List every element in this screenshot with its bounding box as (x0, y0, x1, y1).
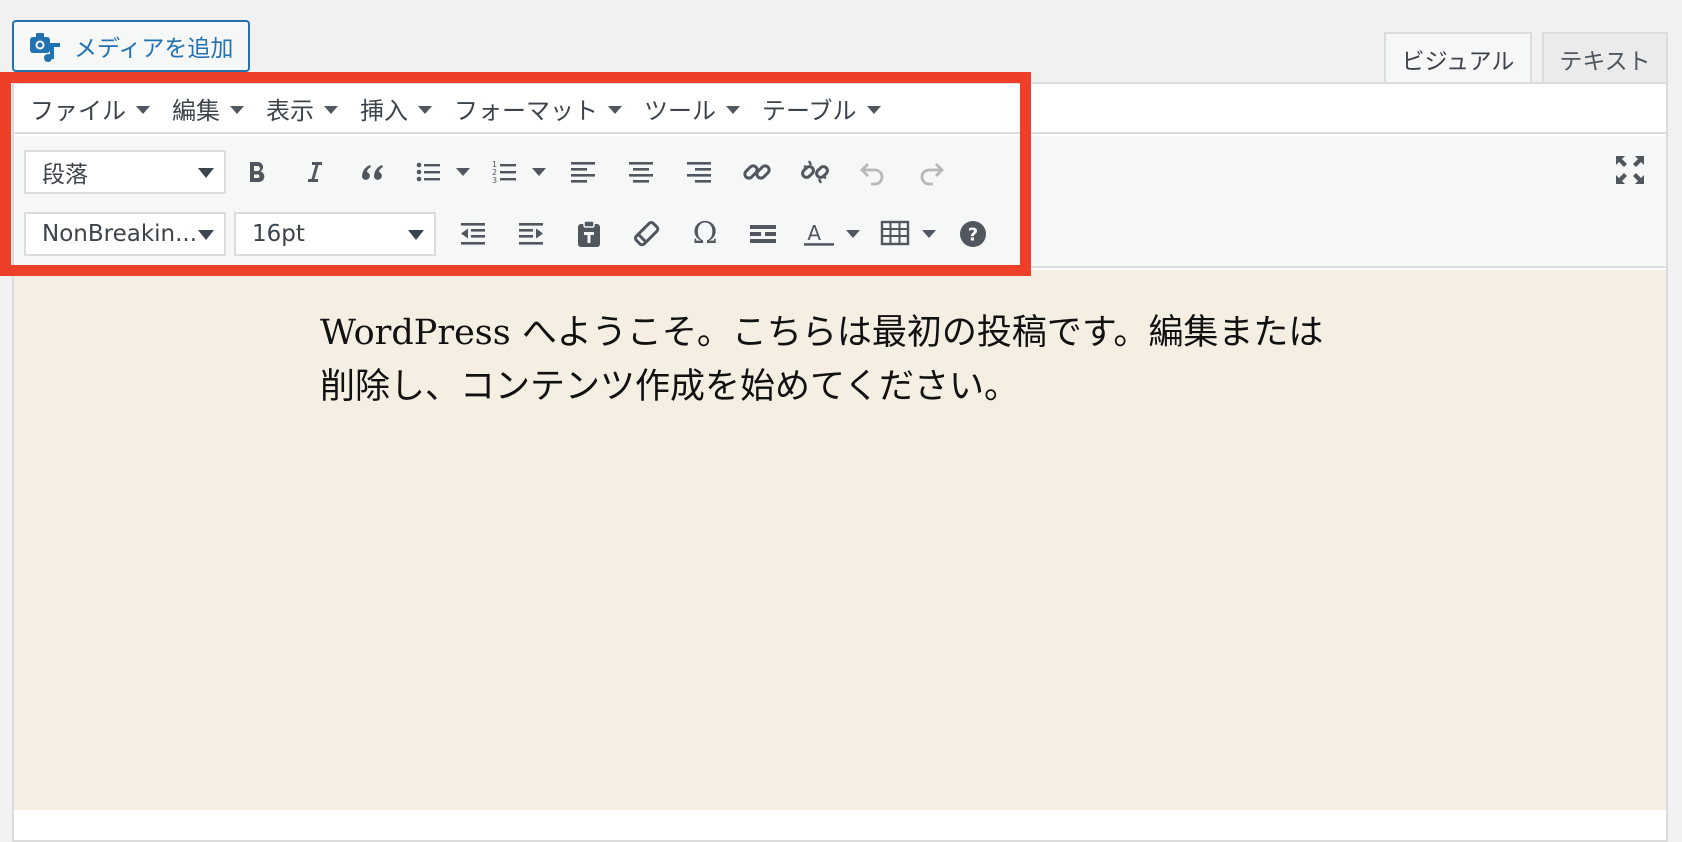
caret-down-icon (532, 168, 546, 176)
caret-down-icon (608, 106, 622, 114)
outdent-button[interactable] (450, 212, 496, 256)
redo-button[interactable] (908, 150, 954, 194)
blockquote-icon (358, 157, 388, 187)
font-family-select[interactable]: NonBreakin... (24, 212, 226, 256)
caret-down-icon (456, 168, 470, 176)
content-line-1: WordPress へようこそ。こちらは最初の投稿です。編集または (320, 313, 1324, 353)
menu-edit[interactable]: 編集 (172, 91, 244, 126)
align-center-icon (626, 157, 656, 187)
caret-down-icon (136, 106, 150, 114)
caret-down-icon (324, 106, 338, 114)
caret-down-icon (726, 106, 740, 114)
text-color-button[interactable]: A (798, 212, 862, 256)
caret-down-icon (846, 230, 860, 238)
editor-content-area[interactable]: WordPress へようこそ。こちらは最初の投稿です。編集または 削除し、コン… (14, 270, 1666, 810)
svg-text:A: A (807, 221, 821, 245)
bold-button[interactable] (234, 150, 280, 194)
fullscreen-button[interactable] (1608, 150, 1652, 194)
select-caret-icon (198, 230, 214, 240)
caret-down-icon (922, 230, 936, 238)
select-caret-icon (408, 230, 424, 240)
svg-text:3: 3 (492, 176, 497, 185)
menu-edit-label: 編集 (172, 96, 220, 125)
format-select-value: 段落 (42, 162, 88, 188)
content-line-2: 削除し、コンテンツ作成を始めてください。 (320, 367, 1019, 407)
menu-table-label: テーブル (762, 96, 857, 125)
media-camera-icon (28, 29, 62, 63)
menu-file-label: ファイル (30, 96, 126, 125)
horizontal-line-button[interactable] (740, 212, 786, 256)
italic-button[interactable] (292, 150, 338, 194)
special-character-button[interactable]: Ω (682, 212, 728, 256)
outdent-icon (458, 219, 488, 249)
bold-icon (242, 157, 272, 187)
format-select[interactable]: 段落 (24, 150, 226, 194)
align-right-button[interactable] (676, 150, 722, 194)
table-icon (880, 219, 910, 249)
fullscreen-icon (1613, 153, 1647, 191)
toolbar-row-1: 段落 1 2 3 (24, 148, 966, 196)
add-media-label: メディアを追加 (74, 36, 234, 62)
toolbar-row-2: NonBreakin... 16pt Ω A ? (24, 210, 1008, 258)
align-left-button[interactable] (560, 150, 606, 194)
indent-icon (516, 219, 546, 249)
post-content[interactable]: WordPress へようこそ。こちらは最初の投稿です。編集または 削除し、コン… (320, 306, 1400, 414)
select-caret-icon (198, 168, 214, 178)
numbered-list-icon: 123 (490, 157, 520, 187)
redo-icon (916, 157, 946, 187)
menu-insert-label: 挿入 (360, 96, 408, 125)
table-button[interactable] (874, 212, 938, 256)
horizontal-line-icon (748, 219, 778, 249)
menu-format[interactable]: フォーマット (454, 91, 622, 126)
menu-file[interactable]: ファイル (30, 91, 150, 126)
menu-tools[interactable]: ツール (644, 91, 740, 126)
caret-down-icon (418, 106, 432, 114)
align-center-button[interactable] (618, 150, 664, 194)
omega-icon: Ω (692, 216, 718, 251)
paste-text-icon (574, 219, 604, 249)
menu-view-label: 表示 (266, 96, 314, 125)
font-family-select-value: NonBreakin... (42, 221, 198, 247)
help-icon: ? (958, 219, 988, 249)
italic-icon (300, 157, 330, 187)
insert-link-button[interactable] (734, 150, 780, 194)
menu-format-label: フォーマット (454, 96, 598, 125)
font-size-select-value: 16pt (252, 221, 305, 247)
tab-text[interactable]: テキスト (1542, 32, 1668, 84)
svg-text:?: ? (968, 225, 978, 246)
numbered-list-button[interactable]: 123 (484, 150, 548, 194)
editor-toolbar: 段落 1 2 3 NonBreakin... 16pt Ω A ? (14, 136, 1666, 268)
align-right-icon (684, 157, 714, 187)
unlink-icon (800, 157, 830, 187)
link-icon (742, 157, 772, 187)
menu-insert[interactable]: 挿入 (360, 91, 432, 126)
clear-formatting-button[interactable] (624, 212, 670, 256)
editor-menubar: ファイル 編集 表示 挿入 フォーマット ツール テーブル (14, 84, 1666, 134)
align-left-icon (568, 157, 598, 187)
font-size-select[interactable]: 16pt (234, 212, 436, 256)
indent-button[interactable] (508, 212, 554, 256)
editor-frame: ファイル 編集 表示 挿入 フォーマット ツール テーブル 段落 1 2 3 N… (12, 82, 1668, 842)
undo-icon (858, 157, 888, 187)
add-media-button[interactable]: メディアを追加 (12, 20, 250, 72)
eraser-icon (632, 219, 662, 249)
caret-down-icon (866, 106, 881, 114)
text-color-icon: A (804, 219, 834, 249)
blockquote-button[interactable] (350, 150, 396, 194)
remove-link-button[interactable] (792, 150, 838, 194)
menu-table[interactable]: テーブル (762, 91, 881, 126)
menu-tools-label: ツール (644, 96, 716, 125)
menu-view[interactable]: 表示 (266, 91, 338, 126)
undo-button[interactable] (850, 150, 896, 194)
bulleted-list-icon (414, 157, 444, 187)
tab-visual[interactable]: ビジュアル (1384, 32, 1532, 84)
paste-as-text-button[interactable] (566, 212, 612, 256)
bulleted-list-button[interactable] (408, 150, 472, 194)
help-button[interactable]: ? (950, 212, 996, 256)
caret-down-icon (230, 106, 244, 114)
